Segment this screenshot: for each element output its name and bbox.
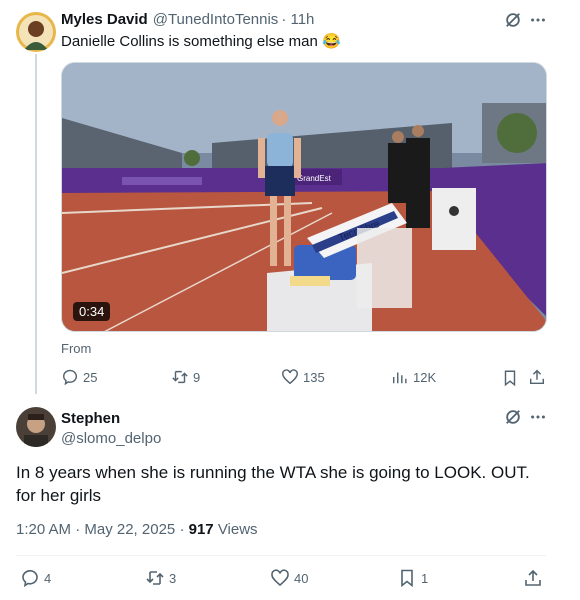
repost-count: 9 <box>193 369 201 385</box>
from-label: From <box>61 341 92 356</box>
tweet-text: Danielle Collins is something else man 😂 <box>61 32 341 50</box>
tweet-time[interactable]: · 11h <box>281 11 314 28</box>
reply-action[interactable]: 4 <box>20 568 51 588</box>
like-action[interactable]: 40 <box>270 568 308 588</box>
author-handle[interactable]: @TunedIntoTennis <box>153 11 279 28</box>
more-options-icon[interactable] <box>528 10 548 30</box>
like-count: 135 <box>303 369 325 385</box>
reply-icon <box>22 569 38 588</box>
more-options-icon[interactable] <box>528 407 548 427</box>
reply-icon <box>62 369 77 386</box>
grok-icon[interactable] <box>503 10 523 30</box>
banner-text: GrandEst <box>297 174 332 183</box>
share-icon[interactable] <box>527 367 547 387</box>
views-count: 12K <box>413 369 437 385</box>
reply-views-label: Views <box>217 521 258 538</box>
laughing-emoji-icon: 😂 <box>321 33 341 50</box>
like-action[interactable]: 135 <box>281 368 325 386</box>
avatar-stephen[interactable] <box>16 407 56 447</box>
reply-views-count: 917 <box>188 521 214 538</box>
bookmark-icon <box>401 569 413 588</box>
views-icon <box>392 372 407 384</box>
heart-icon <box>282 369 298 385</box>
video-frame: GrandEst Tecnifibre <box>62 63 546 331</box>
reply-count: 4 <box>44 570 52 586</box>
share-icon[interactable] <box>523 568 543 588</box>
avatar-image <box>16 407 56 447</box>
tweet-body: Danielle Collins is something else man <box>61 33 318 50</box>
author-name[interactable]: Myles David <box>61 11 148 28</box>
reply-count: 25 <box>83 369 98 385</box>
video-duration: 0:34 <box>73 302 111 321</box>
bookmark-icon[interactable] <box>500 368 520 388</box>
repost-icon <box>172 370 188 384</box>
grok-icon[interactable] <box>503 407 523 427</box>
repost-action[interactable]: 3 <box>145 568 176 588</box>
repost-icon <box>146 571 164 585</box>
avatar-image <box>16 12 56 52</box>
heart-icon <box>271 569 289 587</box>
divider <box>16 555 546 556</box>
reply-timestamp[interactable]: 1:20 AM · May 22, 2025 <box>16 521 175 538</box>
reply-meta: 1:20 AM · May 22, 2025 · 917 Views <box>16 521 258 538</box>
like-count: 40 <box>294 570 309 586</box>
reply-author-handle[interactable]: @slomo_delpo <box>61 430 161 447</box>
video-player[interactable]: GrandEst Tecnifibre <box>61 62 547 332</box>
bookmark-action[interactable]: 1 <box>397 568 428 588</box>
bookmark-count: 1 <box>421 570 429 586</box>
reply-action[interactable]: 25 <box>61 368 97 386</box>
reply-author-name[interactable]: Stephen <box>61 410 120 427</box>
repost-action[interactable]: 9 <box>171 368 200 386</box>
thread-line <box>35 54 37 394</box>
repost-count: 3 <box>169 570 177 586</box>
views-action[interactable]: 12K <box>391 368 436 386</box>
avatar-myles[interactable] <box>16 12 56 52</box>
reply-text: In 8 years when she is running the WTA s… <box>16 463 530 505</box>
